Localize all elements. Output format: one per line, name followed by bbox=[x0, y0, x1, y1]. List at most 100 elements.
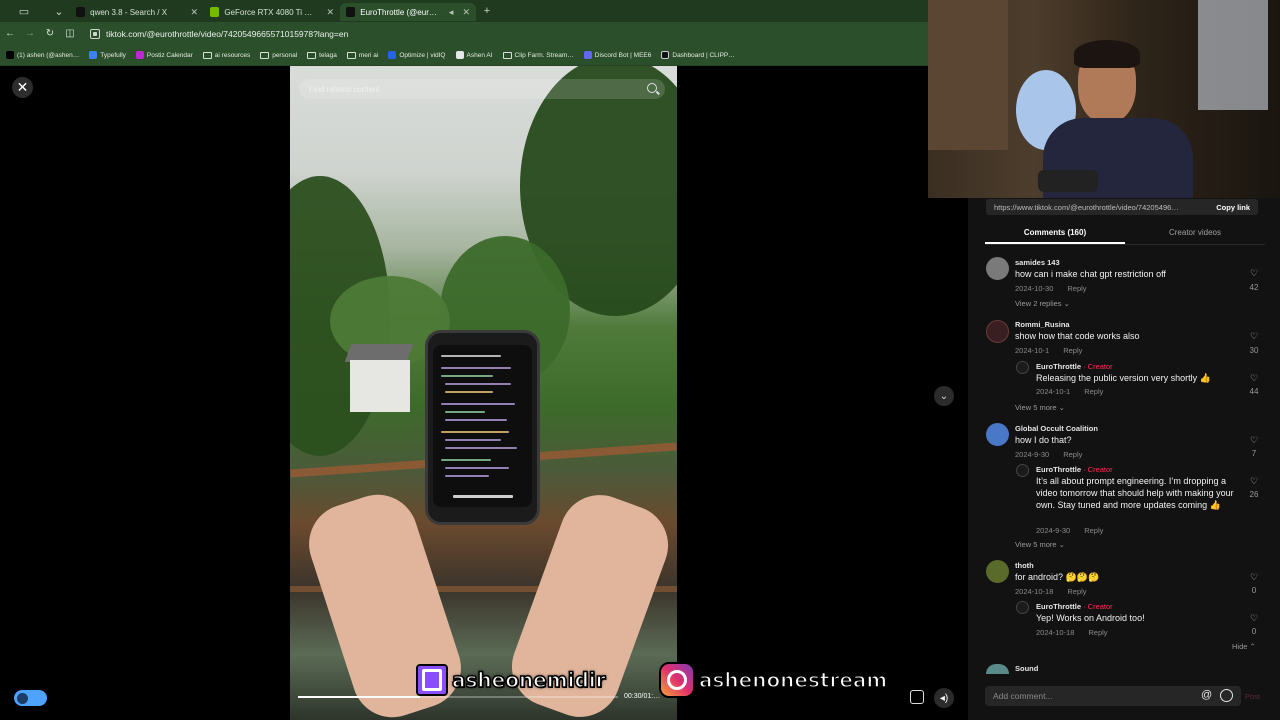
comment-username[interactable]: Sound bbox=[1015, 664, 1038, 673]
mee6-icon bbox=[583, 51, 592, 59]
bookmark-item[interactable]: Postiz Calendar bbox=[135, 51, 193, 59]
comment-username[interactable]: Global Occult Coalition bbox=[1015, 424, 1098, 433]
view-more-replies-button[interactable]: View 5 more ⌄ bbox=[1015, 540, 1065, 549]
tab-list-chevron-icon[interactable]: ⌄ bbox=[48, 0, 70, 22]
url-field[interactable]: tiktok.com/@eurothrottle/video/742054966… bbox=[90, 28, 348, 39]
comment-username[interactable]: Rommi_Rusina bbox=[1015, 320, 1070, 329]
avatar[interactable] bbox=[986, 560, 1009, 583]
heart-icon[interactable]: ♡ bbox=[1247, 331, 1261, 342]
avatar[interactable] bbox=[986, 257, 1009, 280]
bookmark-item[interactable]: Dashboard | CLIPP… bbox=[661, 51, 735, 59]
back-icon[interactable]: ← bbox=[0, 28, 20, 39]
reply-button[interactable]: Reply bbox=[1067, 587, 1086, 596]
tab-overview-icon[interactable]: ▭ bbox=[0, 0, 48, 22]
mute-tab-icon[interactable]: ◂ bbox=[449, 7, 454, 18]
heart-icon[interactable]: ♡ bbox=[1247, 373, 1261, 384]
avatar[interactable] bbox=[986, 320, 1009, 343]
comment-date: 2024-9-30 bbox=[1015, 450, 1050, 459]
comment-username[interactable]: samides 143 bbox=[1015, 258, 1060, 267]
close-icon[interactable]: ✕ bbox=[12, 77, 33, 98]
sidebar-icon[interactable]: ◫ bbox=[60, 28, 80, 39]
heart-icon[interactable]: ♡ bbox=[1247, 572, 1261, 583]
tab-eurothrottle[interactable]: EuroThrottle (@eurothrottl… ◂ ✕ bbox=[340, 3, 476, 21]
house bbox=[350, 360, 410, 412]
comment-meta: 2024-10-18 Reply bbox=[1015, 587, 1087, 596]
bookmark-item[interactable]: Ashen AI bbox=[455, 51, 493, 59]
search-icon[interactable] bbox=[647, 83, 657, 93]
comment-username[interactable]: thoth bbox=[1015, 561, 1034, 570]
avatar[interactable] bbox=[1016, 601, 1029, 614]
comment-text: Yep! Works on Android too! bbox=[1036, 613, 1145, 623]
reply-button[interactable]: Reply bbox=[1084, 387, 1103, 396]
bookmark-item[interactable]: Optimize | vidIQ bbox=[388, 51, 446, 59]
bookmark-label: meri ai bbox=[358, 51, 379, 59]
tab-geforce[interactable]: GeForce RTX 4080 Ti & 406… ✕ bbox=[204, 3, 340, 21]
folder-icon bbox=[502, 51, 512, 59]
close-tab-icon[interactable]: ✕ bbox=[462, 7, 470, 18]
phone-screen-code bbox=[433, 345, 532, 507]
tab-comments[interactable]: Comments (160) bbox=[985, 224, 1125, 244]
emoji-icon[interactable] bbox=[1220, 689, 1233, 702]
forward-icon[interactable]: → bbox=[20, 28, 40, 39]
address-bar-row: ← → ↻ ◫ tiktok.com/@eurothrottle/video/7… bbox=[0, 22, 928, 45]
bookmark-folder[interactable]: personal bbox=[260, 51, 297, 59]
comment-username[interactable]: EuroThrottle · Creator bbox=[1036, 602, 1113, 611]
next-video-chevron-icon[interactable]: ⌄ bbox=[934, 386, 954, 406]
reply-button[interactable]: Reply bbox=[1088, 628, 1107, 637]
reply-button[interactable]: Reply bbox=[1063, 450, 1082, 459]
related-search-input[interactable]: Find related content bbox=[299, 79, 665, 99]
heart-icon[interactable]: ♡ bbox=[1247, 435, 1261, 446]
like-count: 0 bbox=[1251, 586, 1257, 595]
hide-replies-button[interactable]: Hide ⌃ bbox=[1232, 642, 1256, 651]
video-progress-fill bbox=[298, 696, 420, 698]
reply-button[interactable]: Reply bbox=[1067, 284, 1086, 293]
volume-icon[interactable]: ◂) bbox=[934, 688, 954, 708]
bookmark-label: telaga bbox=[319, 51, 337, 59]
bookmark-folder[interactable]: meri ai bbox=[346, 51, 379, 59]
bookmark-folder[interactable]: Clip Farm. Stream… bbox=[502, 51, 574, 59]
x-logo-icon bbox=[6, 51, 14, 59]
typefully-icon bbox=[89, 51, 98, 59]
reload-icon[interactable]: ↻ bbox=[40, 28, 60, 39]
bookmark-item[interactable]: (1) ashen (@ashen… bbox=[6, 51, 79, 59]
bookmark-label: ai resources bbox=[214, 51, 251, 59]
comment-date: 2024-10-1 bbox=[1036, 387, 1071, 396]
autoscroll-toggle[interactable] bbox=[14, 690, 47, 706]
close-tab-icon[interactable]: ✕ bbox=[326, 7, 334, 18]
avatar[interactable] bbox=[986, 423, 1009, 446]
heart-icon[interactable]: ♡ bbox=[1247, 476, 1261, 487]
bookmark-label: (1) ashen (@ashen… bbox=[17, 51, 80, 59]
avatar[interactable] bbox=[1016, 361, 1029, 374]
tab-creator-videos[interactable]: Creator videos bbox=[1125, 224, 1265, 244]
add-comment-placeholder: Add comment... bbox=[993, 691, 1053, 701]
bookmark-folder[interactable]: ai resources bbox=[202, 51, 251, 59]
comment-username[interactable]: EuroThrottle · Creator bbox=[1036, 362, 1113, 371]
view-more-replies-button[interactable]: View 5 more ⌄ bbox=[1015, 403, 1065, 412]
mention-icon[interactable]: @ bbox=[1201, 689, 1212, 701]
twitch-handle: asheonemidir bbox=[451, 667, 606, 693]
copy-link-button[interactable]: Copy link bbox=[1216, 203, 1250, 212]
tab-qwen-search[interactable]: qwen 3.8 - Search / X ✕ bbox=[70, 3, 204, 21]
avatar[interactable] bbox=[986, 664, 1009, 674]
close-tab-icon[interactable]: ✕ bbox=[190, 7, 198, 18]
like-count: 0 bbox=[1251, 627, 1257, 636]
reply-button[interactable]: Reply bbox=[1084, 526, 1103, 535]
avatar[interactable] bbox=[1016, 464, 1029, 477]
instagram-overlay: ashenonestream bbox=[659, 662, 888, 698]
share-link-row: https://www.tiktok.com/@eurothrottle/vid… bbox=[986, 199, 1258, 215]
site-info-icon[interactable] bbox=[90, 28, 100, 39]
bookmark-item[interactable]: Discord Bot | MEE6 bbox=[583, 51, 651, 59]
view-replies-button[interactable]: View 2 replies ⌄ bbox=[1015, 299, 1070, 308]
heart-icon[interactable]: ♡ bbox=[1247, 613, 1261, 624]
comment-meta: 2024-9-30 Reply bbox=[1015, 450, 1082, 459]
bookmark-folder[interactable]: telaga bbox=[307, 51, 337, 59]
reply-button[interactable]: Reply bbox=[1063, 346, 1082, 355]
like-count: 44 bbox=[1249, 387, 1259, 396]
comment-username[interactable]: EuroThrottle · Creator bbox=[1036, 465, 1113, 474]
toggle-knob bbox=[17, 692, 28, 704]
heart-icon[interactable]: ♡ bbox=[1247, 268, 1261, 279]
picture-in-picture-icon[interactable] bbox=[910, 690, 924, 704]
new-tab-button[interactable]: + bbox=[476, 0, 498, 22]
bookmark-item[interactable]: Typefully bbox=[89, 51, 126, 59]
post-button[interactable]: Post bbox=[1245, 692, 1260, 701]
